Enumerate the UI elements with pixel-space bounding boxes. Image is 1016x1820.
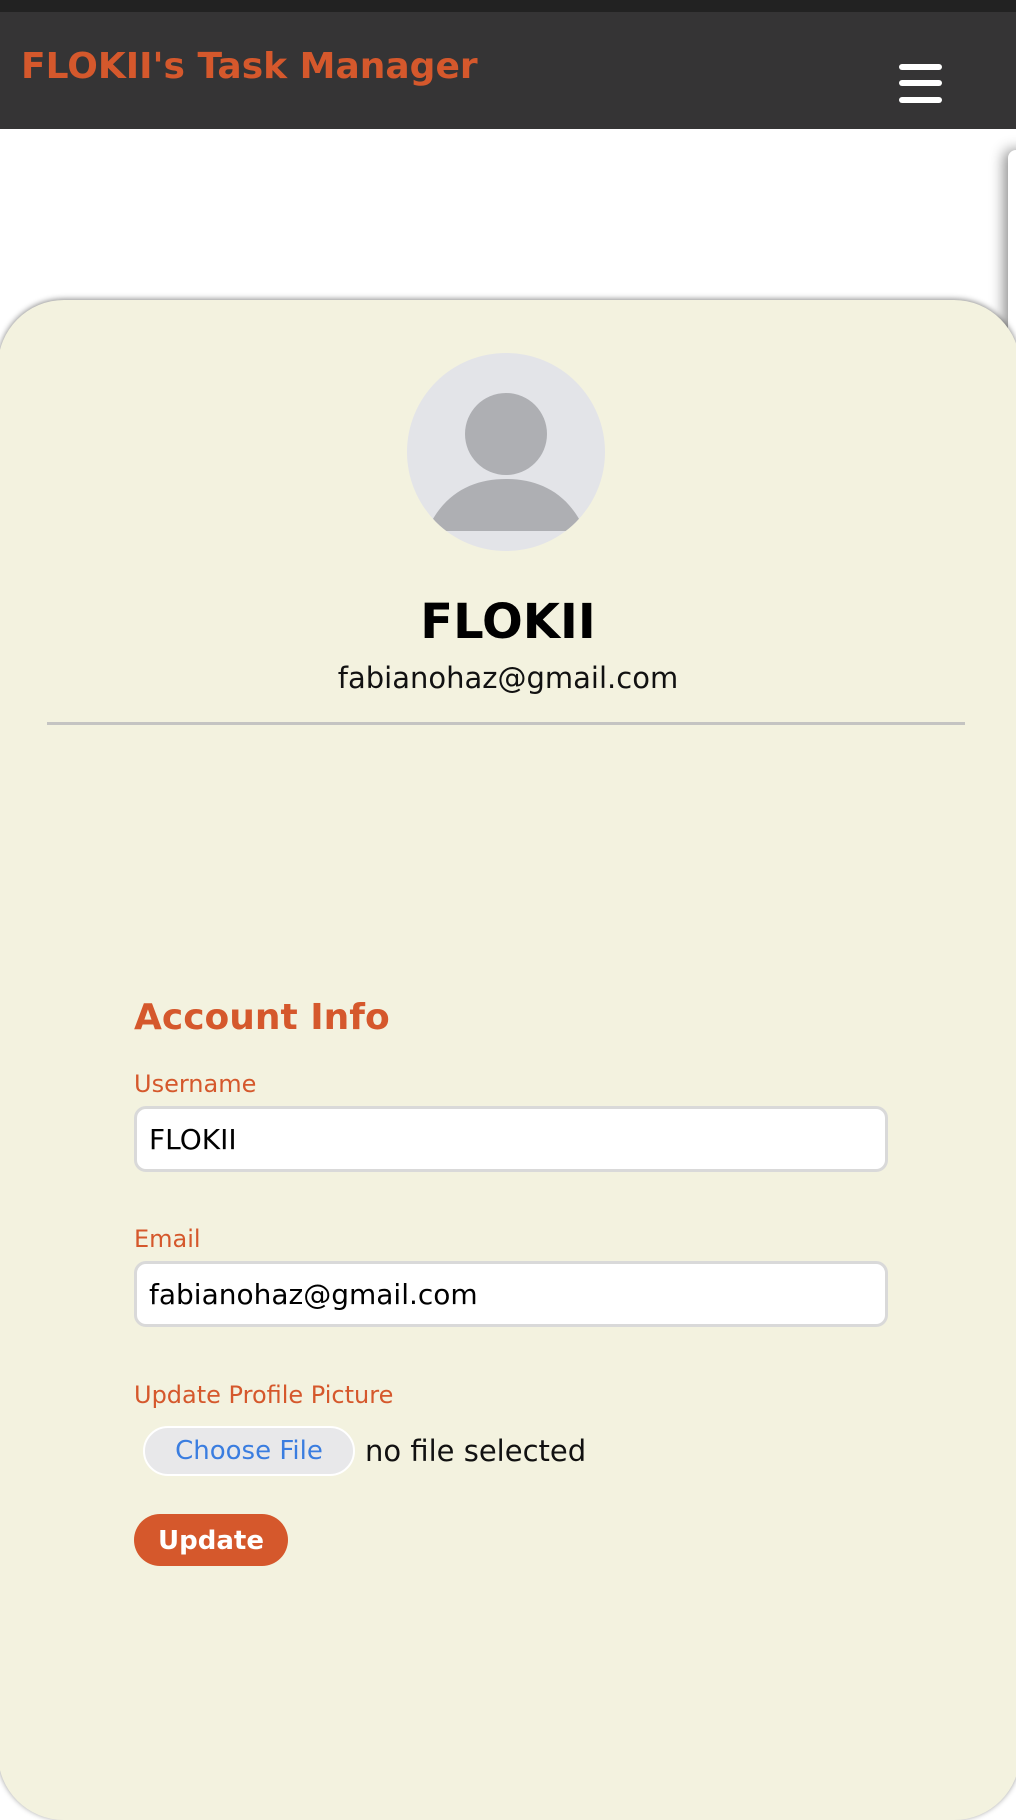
username-input[interactable] <box>134 1106 888 1172</box>
profile-divider <box>47 722 965 725</box>
username-label: Username <box>134 1070 257 1098</box>
account-info-heading: Account Info <box>134 997 390 1038</box>
profile-name: FLOKII <box>420 594 596 650</box>
navbar: FLOKII's Task Manager <box>0 12 1016 129</box>
email-label: Email <box>134 1225 201 1253</box>
hamburger-bar-middle <box>899 80 942 86</box>
default-user-avatar-icon <box>407 353 605 551</box>
hamburger-bar-bottom <box>899 97 942 103</box>
file-picker: Choose File no file selected <box>143 1426 586 1476</box>
hamburger-menu-icon[interactable] <box>899 64 942 103</box>
top-edge <box>0 0 1016 12</box>
file-status-text: no file selected <box>365 1434 587 1468</box>
choose-file-button[interactable]: Choose File <box>143 1426 355 1476</box>
app-title[interactable]: FLOKII's Task Manager <box>21 45 478 89</box>
update-button[interactable]: Update <box>134 1514 288 1566</box>
profile-email: fabianohaz@gmail.com <box>337 661 679 695</box>
email-input[interactable] <box>134 1261 888 1327</box>
profile-picture-label: Update Profile Picture <box>134 1381 394 1409</box>
hamburger-bar-top <box>899 64 942 70</box>
